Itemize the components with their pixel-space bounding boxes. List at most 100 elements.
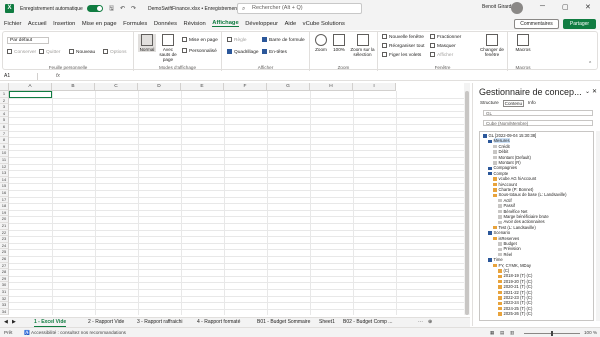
select-all-corner[interactable] <box>0 83 9 91</box>
save-icon[interactable]: 🖫 <box>109 4 114 14</box>
zoom-level[interactable]: 100 % <box>584 329 597 337</box>
sheet-view-select[interactable]: Par défaut <box>7 37 49 44</box>
zoom-100-button[interactable]: 100% <box>331 34 347 52</box>
normal-view-button[interactable]: Normal <box>138 34 156 52</box>
column-header[interactable]: G <box>267 83 310 91</box>
row-header[interactable]: 26 <box>0 256 9 263</box>
tree-item[interactable]: Charte (P: Bonnet) <box>493 187 533 192</box>
row-header[interactable]: 25 <box>0 249 9 256</box>
row-header[interactable]: 34 <box>0 308 9 315</box>
tab-affichage[interactable]: Affichage <box>212 20 239 27</box>
zoom-slider[interactable] <box>524 331 580 336</box>
vertical-scrollbar[interactable] <box>464 83 470 315</box>
exit-button[interactable]: Quitter <box>39 49 60 55</box>
column-header[interactable]: F <box>224 83 267 91</box>
tab-insertion[interactable]: Insertion <box>53 21 75 27</box>
concept-tree[interactable]: GL [2022-09-04 15:30:38] Mesures Crédit Déb… <box>479 131 594 321</box>
tree-item[interactable]: 2020-21 (T) (C) <box>498 284 532 289</box>
sheet-tab[interactable]: 3 - Rapport raffraichi <box>137 318 182 327</box>
active-cell[interactable] <box>9 91 52 98</box>
row-header[interactable]: 28 <box>0 269 9 276</box>
row-header[interactable]: 23 <box>0 236 9 243</box>
row-header[interactable]: 24 <box>0 242 9 250</box>
row-header[interactable]: 10 <box>0 150 9 157</box>
tree-item[interactable]: 2023-24 (T) (C) <box>498 300 532 305</box>
sheet-tab[interactable]: 4 - Rapport formaté <box>197 318 240 327</box>
tree-item[interactable]: Marge bénéficiaire brute <box>498 214 549 219</box>
tree-item[interactable]: Réel <box>498 252 512 257</box>
row-header[interactable]: 7 <box>0 130 9 138</box>
row-header[interactable]: 29 <box>0 275 9 283</box>
sheet-tab[interactable]: Sheet1 <box>319 318 335 327</box>
row-header[interactable]: 30 <box>0 282 9 289</box>
page-break-status-icon[interactable]: ▥ <box>510 329 514 337</box>
comments-button[interactable]: Commentaires <box>514 19 559 29</box>
tab-donnees[interactable]: Données <box>154 21 177 27</box>
tree-item[interactable]: 2025-26 (T) (C) <box>498 311 532 316</box>
tab-revision[interactable]: Révision <box>184 21 206 27</box>
tree-item[interactable]: Bénéfice Net <box>498 209 527 214</box>
tree-item[interactable]: FY, CYMK, MDay <box>493 263 531 268</box>
gridlines-checkbox[interactable]: Quadrillage <box>227 49 259 55</box>
cube-filter-select[interactable]: GL <box>483 110 593 116</box>
page-layout-status-icon[interactable]: ▤ <box>500 329 504 337</box>
tree-item[interactable]: Crédit <box>493 144 510 149</box>
row-header[interactable]: 20 <box>0 216 9 223</box>
minimize-icon[interactable]: ─ <box>540 3 545 10</box>
tree-item[interactable]: Sous-totaux de base (L: Landsaville) <box>493 192 566 197</box>
row-header[interactable]: 17 <box>0 196 9 204</box>
tree-item[interactable]: 2024-25 (T) (C) <box>498 306 532 311</box>
tree-item[interactable]: GL [2022-09-04 15:30:38] <box>483 133 536 138</box>
tree-item[interactable]: (C) <box>498 268 509 273</box>
sheet-tab[interactable]: B01 - Budget Sommaire <box>257 318 310 327</box>
tree-item[interactable]: Prévision <box>498 246 521 251</box>
tree-item[interactable]: Passif <box>498 203 515 208</box>
tab-fichier[interactable]: Fichier <box>4 21 21 27</box>
undo-icon[interactable]: ↶ <box>120 5 125 12</box>
tree-item[interactable]: 2022-23 (T) (C) <box>498 295 532 300</box>
avatar[interactable] <box>511 2 523 14</box>
row-header[interactable]: 4 <box>0 110 9 118</box>
sheet-tab[interactable]: 1 - Excel Vide <box>34 318 67 327</box>
tab-aide[interactable]: Aide <box>285 21 297 27</box>
row-header[interactable]: 8 <box>0 137 9 144</box>
formula-input[interactable] <box>66 73 596 80</box>
tree-item[interactable]: isReserves <box>493 236 519 241</box>
sheet-tab[interactable]: 2 - Rapport Vide <box>88 318 124 327</box>
tree-item[interactable]: Débit <box>493 149 508 154</box>
zoom-button[interactable]: Zoom <box>313 34 329 52</box>
row-header[interactable]: 1 <box>0 91 9 98</box>
row-header[interactable]: 15 <box>0 183 9 190</box>
column-header[interactable]: B <box>52 83 95 91</box>
more-sheets-icon[interactable]: ⋯ <box>418 318 423 327</box>
add-sheet-icon[interactable]: ⊕ <box>428 318 432 327</box>
ruler-checkbox[interactable]: Règle <box>227 37 247 43</box>
autosave-toggle[interactable] <box>86 5 103 12</box>
row-header[interactable]: 14 <box>0 176 9 184</box>
row-header[interactable]: 5 <box>0 117 9 124</box>
formula-bar-checkbox[interactable]: Barre de formule <box>262 37 305 43</box>
keep-button[interactable]: Conserver <box>7 49 36 55</box>
row-header[interactable]: 11 <box>0 157 9 164</box>
custom-views-button[interactable]: Personnalisé <box>182 48 217 54</box>
row-header[interactable]: 2 <box>0 97 9 105</box>
row-header[interactable]: 18 <box>0 203 9 210</box>
tree-item[interactable]: 2019-20 (T) (C) <box>498 279 532 284</box>
switch-windows-button[interactable]: Changer de fenêtre <box>478 34 506 57</box>
row-header[interactable]: 13 <box>0 170 9 177</box>
tab-developpeur[interactable]: Développeur <box>245 21 278 27</box>
tree-item[interactable]: 2021-22 (T) (C) <box>498 290 532 295</box>
tab-mise-en-page[interactable]: Mise en page <box>82 21 117 27</box>
tree-item[interactable]: Budget <box>498 241 517 246</box>
collapse-ribbon-icon[interactable]: ⌃ <box>588 62 592 67</box>
tree-item[interactable]: Mesures <box>488 138 510 144</box>
row-header[interactable]: 12 <box>0 163 9 171</box>
column-header[interactable]: E <box>181 83 224 91</box>
next-sheet-icon[interactable]: ▶ <box>12 318 16 327</box>
panel-close-icon[interactable]: ✕ <box>592 88 597 95</box>
cube-search-input[interactable]: Cube (Nom/Membre) <box>483 120 593 126</box>
row-header[interactable]: 33 <box>0 302 9 309</box>
freeze-panes-button[interactable]: Figer les volets <box>382 52 421 58</box>
panel-tab-structure[interactable]: Structure <box>479 100 500 107</box>
tree-item[interactable]: Compagnies <box>488 165 517 170</box>
